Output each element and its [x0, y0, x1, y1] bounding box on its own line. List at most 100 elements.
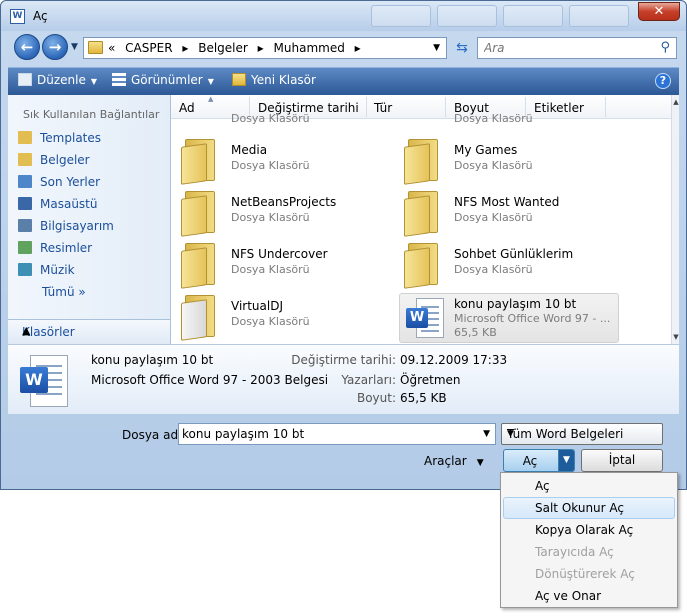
command-bar: Düzenle ▼ Görünümler ▼ Yeni Klasör ?	[8, 67, 679, 95]
breadcrumb-separator[interactable]: ▸	[355, 41, 361, 55]
search-input[interactable]	[478, 38, 654, 58]
new-folder-button[interactable]: Yeni Klasör	[232, 73, 316, 87]
breadcrumb-separator[interactable]: ▸	[182, 41, 188, 55]
folder-icon	[18, 131, 32, 144]
file-type: Dosya Klasörü	[231, 112, 310, 125]
sidebar-item-belgeler[interactable]: Belgeler	[18, 153, 90, 171]
open-button[interactable]: Aç ▼	[503, 449, 575, 472]
title-bar: W Aç ✕	[1, 1, 686, 31]
search-icon[interactable]: ⚲	[660, 40, 670, 55]
file-type: Dosya Klasörü	[454, 211, 533, 224]
background-window-ghost	[371, 5, 431, 27]
sidebar-item-muzik[interactable]: Müzik	[18, 263, 75, 281]
folder-item[interactable]: Media Dosya Klasörü	[171, 137, 391, 187]
details-pane: W konu paylaşım 10 bt Microsoft Office W…	[8, 344, 679, 414]
address-dropdown[interactable]: ▼	[433, 43, 440, 53]
folder-icon	[404, 189, 442, 237]
chevron-down-icon: ▼	[90, 77, 98, 86]
file-type: Dosya Klasörü	[231, 159, 310, 172]
filename-combo: ▼	[178, 423, 496, 445]
more-links-label: Tümü	[42, 285, 75, 299]
file-name: Media	[231, 143, 268, 157]
scroll-down-icon[interactable]: ▼	[672, 330, 680, 344]
folder-item[interactable]: VirtualDJ Dosya Klasörü	[171, 293, 391, 343]
breadcrumb: « CASPER ▸ Belgeler ▸ Muhammed ▸	[108, 41, 367, 55]
forward-button[interactable]: →	[42, 34, 68, 60]
organize-icon	[18, 73, 32, 86]
file-type-select[interactable]: Tüm Word Belgeleri ▼	[501, 423, 663, 445]
file-size: 65,5 KB	[454, 326, 497, 339]
sidebar-item-label: Masaüstü	[40, 197, 98, 211]
sidebar-item-resimler[interactable]: Resimler	[18, 241, 92, 259]
file-type: Dosya Klasörü	[454, 159, 533, 172]
breadcrumb-item-casper[interactable]: CASPER	[125, 41, 172, 55]
sidebar-item-templates[interactable]: Templates	[18, 131, 101, 149]
breadcrumb-overflow[interactable]: «	[108, 41, 115, 55]
more-links-button[interactable]: Tümü »	[42, 285, 86, 299]
filename-input[interactable]	[179, 424, 475, 444]
breadcrumb-item-muhammed[interactable]: Muhammed	[274, 41, 345, 55]
file-type: Microsoft Office Word 97 - ...	[454, 312, 611, 325]
folder-item[interactable]: My Games Dosya Klasörü	[394, 137, 614, 187]
folder-icon	[181, 137, 219, 185]
modified-value: 09.12.2009 17:33	[400, 353, 508, 367]
list-item[interactable]: Dosya Klasörü	[394, 107, 614, 127]
selected-file-item[interactable]: W konu paylaşım 10 bt Microsoft Office W…	[399, 293, 619, 343]
sidebar-item-bilgisayarim[interactable]: Bilgisayarım	[18, 219, 114, 237]
tools-button[interactable]: Araçlar ▼	[424, 454, 484, 468]
organize-button[interactable]: Düzenle ▼	[18, 73, 97, 87]
refresh-button[interactable]: ⇆	[451, 38, 473, 58]
recent-places-icon	[18, 175, 32, 188]
open-options-dropdown[interactable]: ▼	[558, 450, 574, 471]
folders-toggle[interactable]: Klasörler ▲	[8, 319, 170, 344]
file-name: VirtualDJ	[231, 299, 283, 313]
scroll-up-icon[interactable]: ▲	[672, 95, 680, 109]
file-name: Sohbet Günlüklerim	[454, 247, 574, 261]
documents-icon	[18, 153, 32, 166]
sidebar-item-son-yerler[interactable]: Son Yerler	[18, 175, 100, 193]
open-dialog: W Aç ✕ ← → ▼ « CASPER ▸ Belgeler ▸ Muham…	[0, 0, 687, 490]
help-icon[interactable]: ?	[655, 73, 671, 89]
authors-value[interactable]: Öğretmen	[400, 373, 461, 387]
word-document-icon: W	[16, 353, 72, 409]
chevron-down-icon[interactable]: ▼	[483, 429, 490, 439]
sidebar-item-masaustu[interactable]: Masaüstü	[18, 197, 97, 215]
folder-item[interactable]: NetBeansProjects Dosya Klasörü	[171, 189, 391, 239]
folder-icon	[181, 293, 219, 341]
breadcrumb-item-belgeler[interactable]: Belgeler	[198, 41, 248, 55]
folder-item[interactable]: Sohbet Günlüklerim Dosya Klasörü	[394, 241, 614, 291]
menu-item-open-read-only[interactable]: Salt Okunur Aç	[503, 497, 675, 519]
authors-label: Yazarları:	[341, 373, 396, 387]
modified-label: Değiştirme tarihi:	[291, 353, 396, 367]
filename-label: Dosya adı:	[122, 428, 186, 442]
sidebar-item-label: Belgeler	[40, 153, 90, 167]
views-button[interactable]: Görünümler ▼	[112, 73, 214, 87]
cancel-button[interactable]: İptal	[581, 449, 663, 472]
background-window-ghost	[503, 5, 563, 27]
close-button[interactable]: ✕	[638, 2, 680, 21]
folder-item[interactable]: NFS Most Wanted Dosya Klasörü	[394, 189, 614, 239]
open-button-label: Aç	[522, 454, 538, 468]
file-list-scrollbar[interactable]: ▲ ▼	[671, 95, 679, 344]
file-list: ▲ Ad Değiştirme tarihi Tür Boyut Etiketl…	[171, 95, 671, 344]
window-title: Aç	[33, 9, 48, 23]
folder-icon	[404, 137, 442, 185]
folder-item[interactable]: NFS Undercover Dosya Klasörü	[171, 241, 391, 291]
sidebar-item-label: Resimler	[40, 241, 93, 255]
list-item[interactable]: Dosya Klasörü	[171, 107, 391, 127]
folder-icon	[181, 189, 219, 237]
details-file-name: konu paylaşım 10 bt	[91, 353, 214, 367]
refresh-icon: ⇆	[456, 40, 468, 56]
folder-icon	[88, 41, 103, 54]
menu-item-open-and-repair[interactable]: Aç ve Onar	[503, 585, 675, 607]
address-bar[interactable]: « CASPER ▸ Belgeler ▸ Muhammed ▸ ▼	[83, 37, 447, 59]
favorite-links-heading: Sık Kullanılan Bağlantılar	[23, 108, 160, 121]
size-value: 65,5 KB	[400, 391, 447, 405]
back-button[interactable]: ←	[14, 34, 40, 60]
recent-pages-dropdown[interactable]: ▼	[71, 42, 78, 52]
sort-ascending-icon: ▲	[208, 95, 214, 103]
breadcrumb-separator[interactable]: ▸	[258, 41, 264, 55]
menu-item-open-as-copy[interactable]: Kopya Olarak Aç	[503, 519, 675, 541]
menu-item-open[interactable]: Aç	[503, 475, 675, 497]
background-window-ghost	[569, 5, 629, 27]
